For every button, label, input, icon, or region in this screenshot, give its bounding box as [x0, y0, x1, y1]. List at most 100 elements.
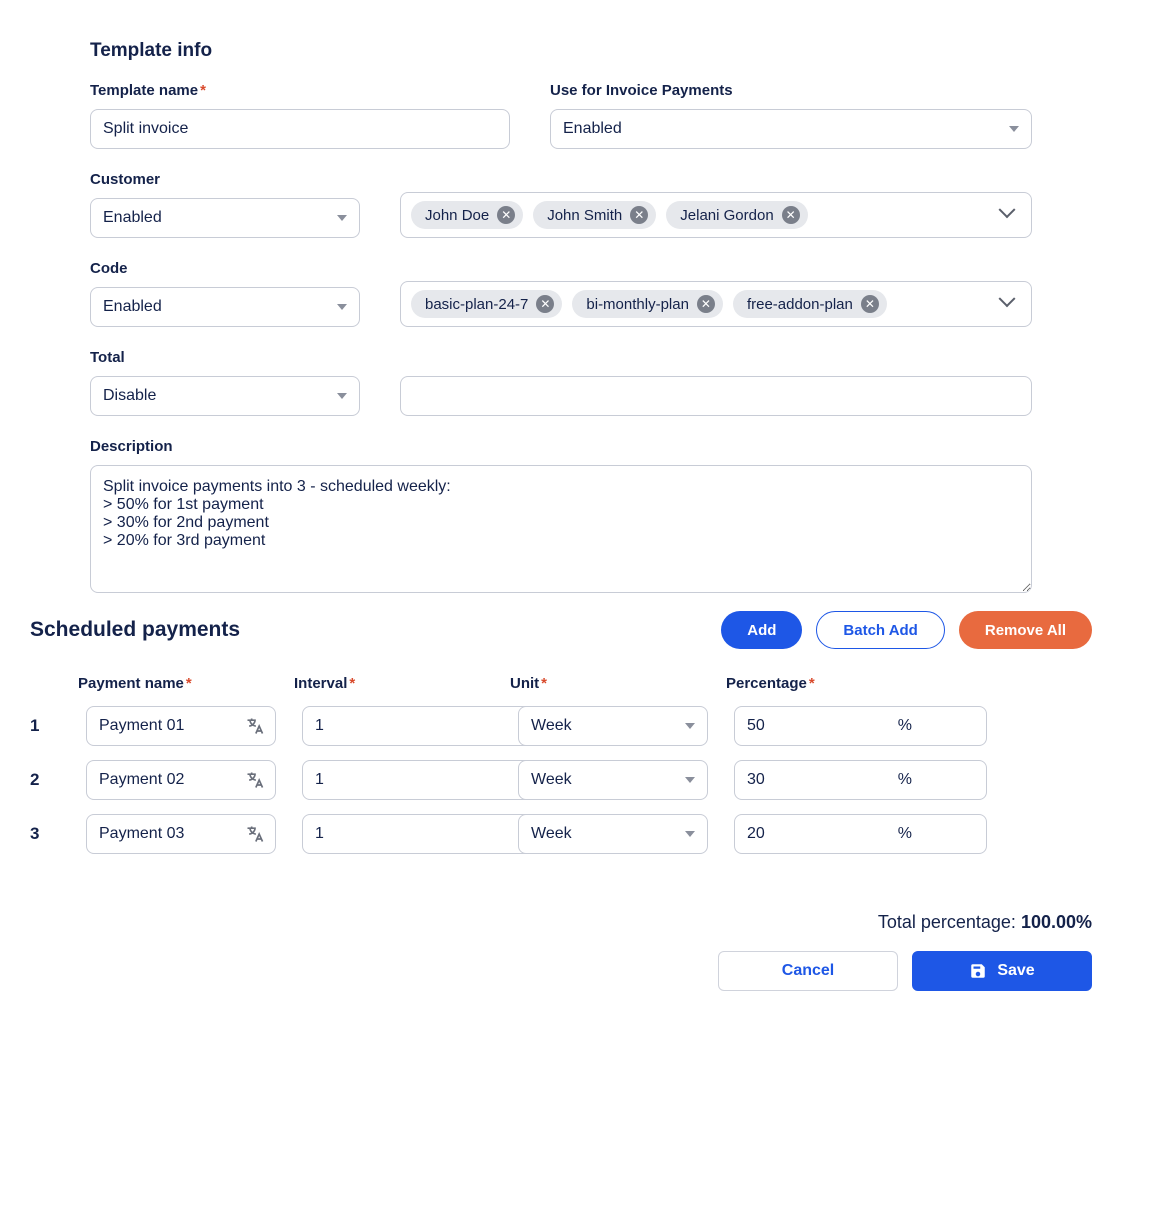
caret-down-icon: [337, 393, 347, 399]
payment-name-input[interactable]: Payment 01: [86, 706, 276, 746]
payment-name-input[interactable]: Payment 03: [86, 814, 276, 854]
select-value: Enabled: [563, 120, 622, 138]
footer-buttons: Cancel Save: [30, 951, 1122, 991]
select-value: Week: [531, 717, 572, 735]
chip-label: Jelani Gordon: [680, 207, 773, 224]
code-chip: bi-monthly-plan ✕: [572, 290, 723, 318]
translate-icon[interactable]: [245, 824, 265, 844]
code-label: Code: [90, 260, 360, 277]
chip-remove-icon[interactable]: ✕: [536, 295, 554, 313]
total-value-field: [400, 349, 1032, 416]
template-name-field: Template name*: [90, 82, 510, 149]
customer-chip: John Smith ✕: [533, 201, 656, 229]
code-chips-field: basic-plan-24-7 ✕ bi-monthly-plan ✕ free…: [400, 260, 1032, 327]
invoice-payments-field: Use for Invoice Payments Enabled: [550, 82, 1032, 149]
remove-all-button[interactable]: Remove All: [959, 611, 1092, 649]
chevron-down-icon: [999, 201, 1016, 218]
caret-down-icon: [685, 723, 695, 729]
translate-icon[interactable]: [245, 770, 265, 790]
chip-remove-icon[interactable]: ✕: [497, 206, 515, 224]
customer-multiselect[interactable]: John Doe ✕ John Smith ✕ Jelani Gordon ✕: [400, 192, 1032, 238]
input-value: Payment 03: [99, 825, 184, 843]
percentage-input[interactable]: [734, 706, 987, 746]
chip-label: John Smith: [547, 207, 622, 224]
description-textarea[interactable]: [90, 465, 1032, 593]
template-info-title: Template info: [90, 40, 1122, 62]
customer-label: Customer: [90, 171, 360, 188]
invoice-payments-label: Use for Invoice Payments: [550, 82, 1032, 99]
unit-select[interactable]: Week: [518, 706, 708, 746]
percentage-input[interactable]: [734, 814, 987, 854]
input-value: Payment 01: [99, 717, 184, 735]
total-percentage-line: Total percentage: 100.00%: [30, 912, 1122, 933]
payments-table: Payment name* Interval* Unit* Percentage…: [30, 675, 1122, 854]
code-multiselect[interactable]: basic-plan-24-7 ✕ bi-monthly-plan ✕ free…: [400, 281, 1032, 327]
code-field: Code Enabled: [90, 260, 360, 327]
cancel-button[interactable]: Cancel: [718, 951, 898, 991]
label-text: Template name: [90, 82, 198, 99]
scheduled-header: Scheduled payments Add Batch Add Remove …: [30, 611, 1122, 649]
select-value: Enabled: [103, 209, 162, 227]
header-unit: Unit*: [510, 675, 700, 692]
payments-header-row: Payment name* Interval* Unit* Percentage…: [78, 675, 1092, 692]
total-select[interactable]: Disable: [90, 376, 360, 416]
code-chip: free-addon-plan ✕: [733, 290, 887, 318]
customer-chips-field: John Doe ✕ John Smith ✕ Jelani Gordon ✕: [400, 171, 1032, 238]
chip-label: bi-monthly-plan: [586, 296, 689, 313]
customer-field: Customer Enabled: [90, 171, 360, 238]
chip-remove-icon[interactable]: ✕: [861, 295, 879, 313]
payment-row: 3 Payment 03 Week %: [30, 814, 1092, 854]
total-percentage-value: 100.00%: [1021, 912, 1092, 932]
code-chip: basic-plan-24-7 ✕: [411, 290, 562, 318]
header-percentage: Percentage*: [726, 675, 916, 692]
template-name-input[interactable]: [90, 109, 510, 149]
chip-remove-icon[interactable]: ✕: [697, 295, 715, 313]
customer-chip: John Doe ✕: [411, 201, 523, 229]
add-button[interactable]: Add: [721, 611, 802, 649]
payment-row: 2 Payment 02 Week %: [30, 760, 1092, 800]
chip-label: basic-plan-24-7: [425, 296, 528, 313]
caret-down-icon: [685, 831, 695, 837]
caret-down-icon: [337, 304, 347, 310]
description-label: Description: [90, 438, 1032, 455]
interval-input[interactable]: [302, 706, 535, 746]
save-label: Save: [997, 962, 1034, 980]
chip-remove-icon[interactable]: ✕: [630, 206, 648, 224]
chip-label: free-addon-plan: [747, 296, 853, 313]
code-select[interactable]: Enabled: [90, 287, 360, 327]
row-index: 2: [30, 770, 60, 790]
select-value: Week: [531, 771, 572, 789]
header-interval: Interval*: [294, 675, 484, 692]
unit-select[interactable]: Week: [518, 814, 708, 854]
scheduled-buttons: Add Batch Add Remove All: [721, 611, 1092, 649]
total-percentage-label: Total percentage:: [878, 912, 1016, 932]
customer-select[interactable]: Enabled: [90, 198, 360, 238]
template-name-label: Template name*: [90, 82, 510, 99]
payment-row: 1 Payment 01 Week %: [30, 706, 1092, 746]
unit-select[interactable]: Week: [518, 760, 708, 800]
batch-add-button[interactable]: Batch Add: [816, 611, 944, 649]
row-index: 3: [30, 824, 60, 844]
save-button[interactable]: Save: [912, 951, 1092, 991]
interval-input[interactable]: [302, 814, 535, 854]
caret-down-icon: [685, 777, 695, 783]
chevron-down-icon: [999, 290, 1016, 307]
percentage-input[interactable]: [734, 760, 987, 800]
percent-symbol: %: [898, 825, 912, 843]
chip-remove-icon[interactable]: ✕: [782, 206, 800, 224]
template-info-form: Template name* Use for Invoice Payments …: [90, 82, 1032, 593]
caret-down-icon: [1009, 126, 1019, 132]
total-label: Total: [90, 349, 360, 366]
header-payment-name: Payment name*: [78, 675, 268, 692]
customer-chip: Jelani Gordon ✕: [666, 201, 807, 229]
total-field: Total Disable: [90, 349, 360, 416]
payment-name-input[interactable]: Payment 02: [86, 760, 276, 800]
interval-input[interactable]: [302, 760, 535, 800]
translate-icon[interactable]: [245, 716, 265, 736]
percent-symbol: %: [898, 717, 912, 735]
caret-down-icon: [337, 215, 347, 221]
select-value: Enabled: [103, 298, 162, 316]
total-value-input[interactable]: [400, 376, 1032, 416]
invoice-payments-select[interactable]: Enabled: [550, 109, 1032, 149]
scheduled-title: Scheduled payments: [30, 618, 240, 642]
